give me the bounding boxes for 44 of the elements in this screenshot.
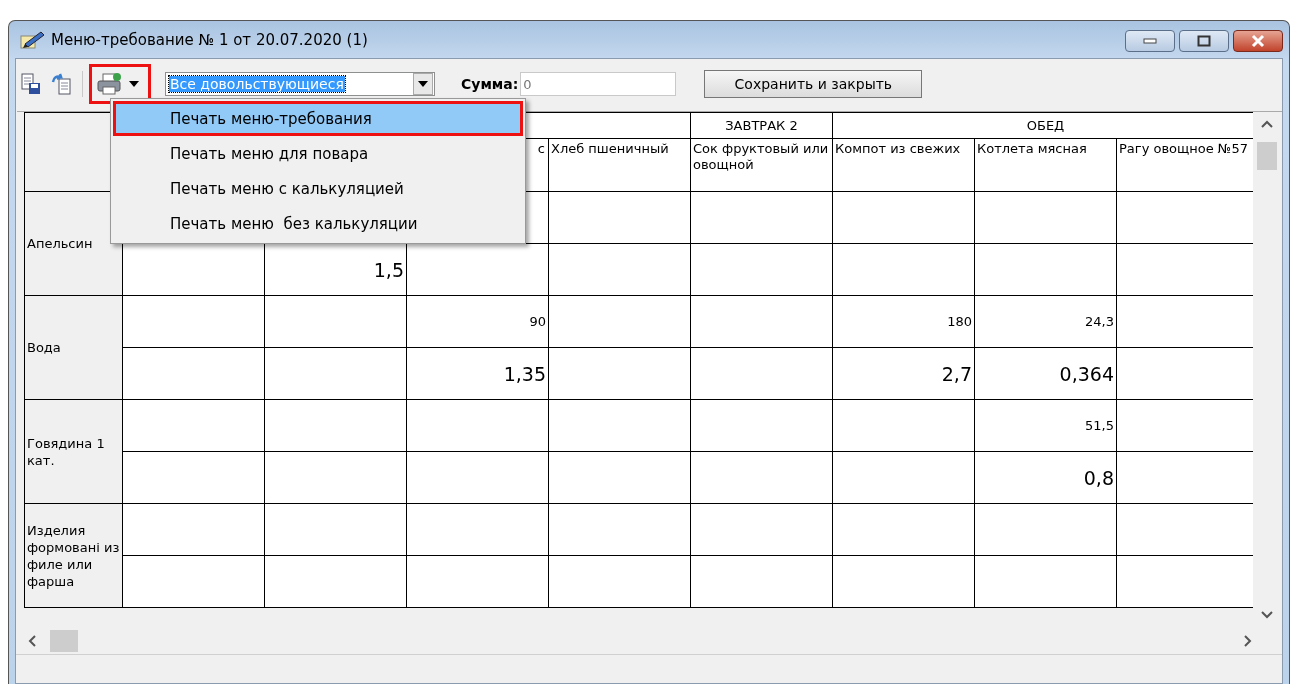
maximize-icon: [1197, 35, 1211, 47]
scroll-right-icon[interactable]: [1244, 634, 1252, 647]
sum-label: Сумма:: [461, 76, 519, 92]
dish-header: Хлеб пшеничный: [548, 138, 691, 192]
dish-header: Котлета мясная: [974, 138, 1117, 192]
close-icon: [1250, 34, 1266, 48]
product-name-cell: Говядина 1 кат.: [24, 399, 123, 504]
scroll-left-icon[interactable]: [28, 634, 36, 647]
table-cell: 51,5: [974, 399, 1117, 452]
dish-header: Рагу овощное №57: [1116, 138, 1253, 192]
caret-icon: [418, 81, 428, 87]
table-cell: 24,3: [974, 295, 1117, 348]
scroll-up-icon[interactable]: [1261, 120, 1273, 128]
close-button[interactable]: [1233, 30, 1283, 52]
meal-group-header: ЗАВТРАК 2: [690, 112, 833, 139]
product-name-cell: Вода: [24, 295, 123, 400]
scroll-thumb[interactable]: [50, 629, 78, 652]
dish-header: Сок фруктовый или овощной: [690, 138, 833, 192]
save-and-close-button[interactable]: Сохранить и закрыть: [704, 70, 923, 98]
table-cell: 1,5: [264, 243, 407, 296]
table-cell: 0,8: [974, 451, 1117, 504]
print-button[interactable]: [89, 64, 151, 104]
scroll-down-icon[interactable]: [1261, 611, 1273, 619]
dish-header: Компот из свежих: [832, 138, 975, 192]
scroll-thumb[interactable]: [1257, 142, 1277, 170]
pencil-document-icon: [19, 29, 45, 50]
table-cell: 1,35: [406, 347, 549, 400]
meal-group-header: ОБЕД: [832, 112, 1253, 139]
printer-icon: [96, 72, 122, 96]
minimize-icon: [1143, 38, 1157, 44]
caret-icon[interactable]: [128, 80, 140, 88]
undo-document-icon[interactable]: [50, 73, 72, 95]
menu-item[interactable]: Печать меню-требования: [113, 101, 523, 136]
product-name-cell: Изделия формовані из филе или фарша: [24, 503, 123, 608]
save-document-icon[interactable]: [20, 73, 42, 95]
table-cell: 2,7: [832, 347, 975, 400]
window-title: Меню-требование № 1 от 20.07.2020 (1): [51, 30, 368, 49]
table-cell: 90: [406, 295, 549, 348]
minimize-button[interactable]: [1125, 30, 1175, 52]
sum-field[interactable]: 0: [520, 72, 677, 96]
table-cell: 0,364: [974, 347, 1117, 400]
maximize-button[interactable]: [1179, 30, 1229, 52]
product-name-cell: Апельсин: [24, 191, 123, 296]
table-cell: 180: [832, 295, 975, 348]
